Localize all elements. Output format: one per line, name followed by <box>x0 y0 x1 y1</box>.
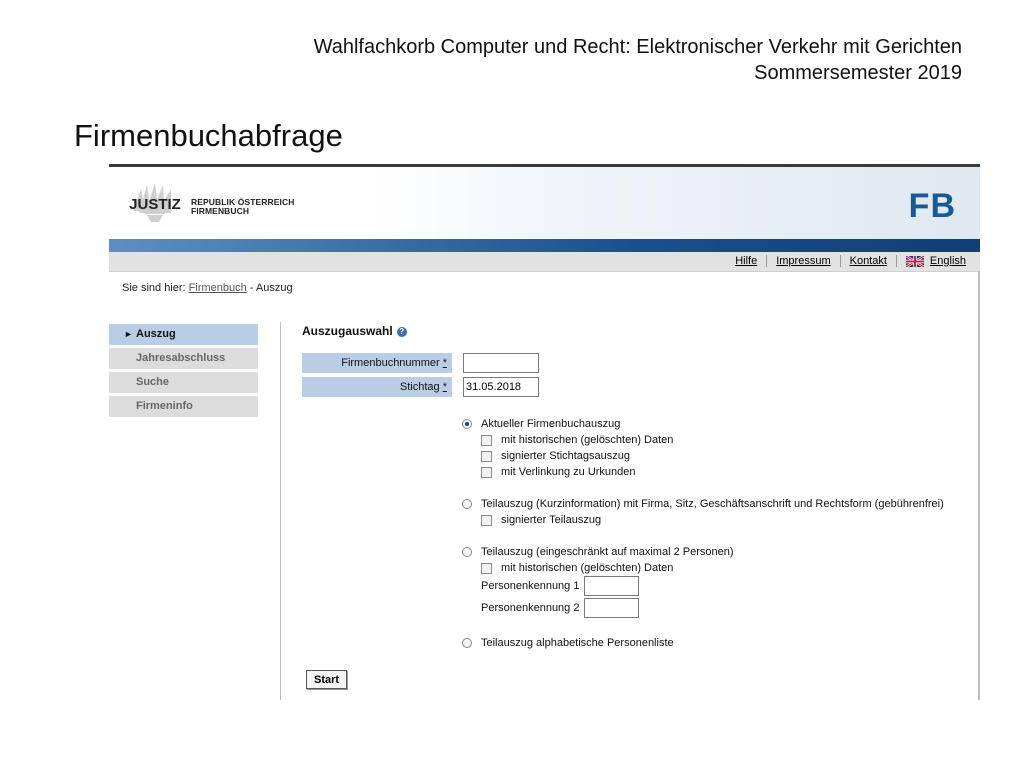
content-divider <box>280 322 281 700</box>
slide-course-title: Wahlfachkorb Computer und Recht: Elektro… <box>313 36 962 58</box>
nav-impressum-link[interactable]: Impressum <box>776 255 830 267</box>
slide-header: Wahlfachkorb Computer und Recht: Elektro… <box>314 34 962 86</box>
check-label: signierter Teilauszug <box>501 514 602 526</box>
auszug-form: Auszugauswahl? Firmenbuchnummer * Sticht… <box>302 322 972 700</box>
fb-badge: FB <box>908 187 956 225</box>
field-label-text: Stichtag <box>399 381 440 393</box>
breadcrumb: Sie sind hier: Firmenbuch - Auszug <box>122 282 293 294</box>
checkbox-signierter-teilauszug[interactable] <box>481 514 492 526</box>
firmenbuchnummer-label: Firmenbuchnummer * <box>302 353 452 373</box>
start-button[interactable]: Start <box>306 670 348 689</box>
required-marker: * <box>442 357 447 369</box>
sidebar-item-label: Jahresabschluss <box>136 352 226 364</box>
personenkennung-2-input[interactable] <box>584 598 639 618</box>
right-border <box>978 271 980 700</box>
radio-personenliste[interactable] <box>462 638 472 648</box>
site-banner: JUSTIZ REPUBLIK ÖSTERREICH FIRMENBUCH FB <box>109 167 980 239</box>
sidebar-item-firmeninfo[interactable]: Firmeninfo <box>109 396 258 417</box>
sidebar-menu: ► Auszug Jahresabschluss Suche Firmeninf… <box>109 324 258 420</box>
sidebar-item-jahresabschluss[interactable]: Jahresabschluss <box>109 348 258 369</box>
check-option-verlinkung-urkunden[interactable]: mit Verlinkung zu Urkunden <box>481 466 636 478</box>
slide-semester: Sommersemester 2019 <box>754 62 962 84</box>
justiz-eagle-logo: JUSTIZ <box>129 183 181 222</box>
radio-aktueller-auszug[interactable] <box>462 419 472 429</box>
sidebar-item-label: Firmeninfo <box>136 400 193 412</box>
firmenbuchnummer-input[interactable] <box>463 353 539 373</box>
personenkennung-1-input[interactable] <box>584 576 639 596</box>
option-label: Aktueller Firmenbuchauszug <box>481 418 621 430</box>
sidebar-item-auszug[interactable]: ► Auszug <box>109 324 258 345</box>
option-label: Teilauszug (Kurzinformation) mit Firma, … <box>481 498 944 510</box>
firmenbuch-screenshot: JUSTIZ REPUBLIK ÖSTERREICH FIRMENBUCH FB… <box>109 164 980 700</box>
breadcrumb-current: - Auszug <box>249 282 293 294</box>
check-label: mit historischen (gelöschten) Daten <box>501 562 674 574</box>
triangle-right-icon: ► <box>124 329 133 339</box>
breadcrumb-firmenbuch-link[interactable]: Firmenbuch <box>189 282 247 294</box>
stichtag-input[interactable] <box>463 377 539 397</box>
nav-english-link[interactable]: English <box>930 255 966 267</box>
sidebar-item-suche[interactable]: Suche <box>109 372 258 393</box>
checkbox-signierter-stichtagsauszug[interactable] <box>481 450 492 462</box>
nav-kontakt-link[interactable]: Kontakt <box>850 255 887 267</box>
option-label: Teilauszug alphabetische Personenliste <box>481 637 674 649</box>
check-option-historische-daten-personen[interactable]: mit historischen (gelöschten) Daten <box>481 562 673 574</box>
org-name: REPUBLIK ÖSTERREICH FIRMENBUCH <box>191 198 294 216</box>
check-label: signierter Stichtagsauszug <box>501 450 631 462</box>
personenkennung-1-label: Personenkennung 1 <box>481 580 580 592</box>
top-nav-bar: Hilfe Impressum Kontakt English <box>109 252 980 272</box>
checkbox-historische-daten-personen[interactable] <box>481 562 492 574</box>
justiz-wordmark: JUSTIZ <box>129 196 181 213</box>
org-line-firmenbuch: FIRMENBUCH <box>191 206 250 216</box>
stichtag-label: Stichtag * <box>302 377 452 397</box>
option-teilauszug-kurzinfo[interactable]: Teilauszug (Kurzinformation) mit Firma, … <box>462 498 944 510</box>
radio-teilauszug-personen[interactable] <box>462 547 472 557</box>
required-marker: * <box>442 381 447 393</box>
radio-teilauszug-kurzinfo[interactable] <box>462 499 472 509</box>
sidebar-item-label: Suche <box>136 376 170 388</box>
check-label: mit Verlinkung zu Urkunden <box>501 466 636 478</box>
form-title-text: Auszugauswahl <box>302 324 393 338</box>
check-option-signierter-teilauszug[interactable]: signierter Teilauszug <box>481 514 601 526</box>
check-option-signierter-stichtagsauszug[interactable]: signierter Stichtagsauszug <box>481 450 630 462</box>
option-personenliste[interactable]: Teilauszug alphabetische Personenliste <box>462 637 674 649</box>
option-aktueller-auszug[interactable]: Aktueller Firmenbuchauszug <box>462 418 620 430</box>
blue-band <box>109 239 980 252</box>
sidebar-item-label: Auszug <box>136 328 176 340</box>
checkbox-verlinkung-urkunden[interactable] <box>481 466 492 478</box>
nav-hilfe-link[interactable]: Hilfe <box>735 255 757 267</box>
form-title: Auszugauswahl? <box>302 324 407 338</box>
nav-separator <box>839 255 841 267</box>
check-option-historische-daten[interactable]: mit historischen (gelöschten) Daten <box>481 434 673 446</box>
breadcrumb-prefix: Sie sind hier: <box>122 282 186 294</box>
help-icon[interactable]: ? <box>396 327 407 337</box>
checkbox-historische-daten[interactable] <box>481 434 492 446</box>
nav-separator <box>766 255 768 267</box>
option-label: Teilauszug (eingeschränkt auf maximal 2 … <box>481 546 734 558</box>
top-nav-links: Hilfe Impressum Kontakt English <box>735 255 966 267</box>
option-teilauszug-personen[interactable]: Teilauszug (eingeschränkt auf maximal 2 … <box>462 546 734 558</box>
check-label: mit historischen (gelöschten) Daten <box>501 434 674 446</box>
uk-flag-icon[interactable] <box>905 255 924 267</box>
slide-title: Firmenbuchabfrage <box>74 118 343 153</box>
field-label-text: Firmenbuchnummer <box>341 357 440 369</box>
personenkennung-2-label: Personenkennung 2 <box>481 602 580 614</box>
nav-separator <box>895 255 897 267</box>
